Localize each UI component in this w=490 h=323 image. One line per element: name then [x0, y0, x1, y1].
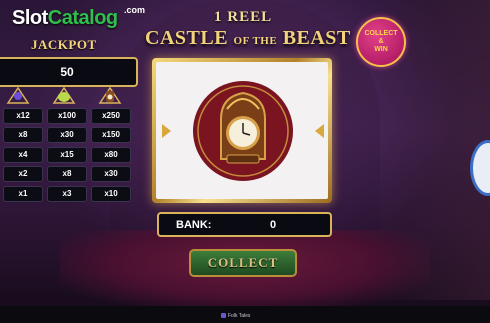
reel-marker-right	[315, 124, 324, 138]
clock-icon	[193, 81, 293, 181]
paytable-cell: x15	[47, 147, 87, 163]
badge-line-2: &	[378, 38, 384, 45]
teapot-icon	[52, 87, 76, 104]
game-title-reels: 1 REEL	[214, 9, 273, 25]
paytable-icons	[0, 87, 140, 107]
paytable-cell: x12	[3, 108, 43, 124]
game-stage: SlotCatalog .com JACKPOT 50 x12 x100 x25…	[0, 0, 490, 323]
footer-text: Folk Tales	[228, 313, 251, 319]
site-logo: SlotCatalog .com	[12, 5, 145, 30]
title-of-the: OF THE	[233, 35, 278, 47]
paytable-cell: x2	[3, 166, 43, 182]
bank-label: BANK:	[176, 219, 212, 231]
paytable-cell: x150	[91, 127, 131, 143]
badge-line-3: WIN	[374, 46, 388, 53]
paytable-cell: x8	[3, 127, 43, 143]
rose-icon	[6, 87, 30, 104]
logo-slot: Slot	[12, 7, 48, 29]
title-beast: BEAST	[282, 27, 351, 49]
jackpot-value: 50	[0, 57, 138, 87]
paytable-cell: x3	[47, 186, 87, 202]
paytable-cell: x1	[3, 186, 43, 202]
logo-catalog: Catalog	[47, 7, 118, 29]
jackpot-title: JACKPOT	[31, 37, 97, 52]
bank-value: 0	[270, 219, 277, 231]
paytable-cell: x250	[91, 108, 131, 124]
reel-marker-left	[162, 124, 171, 138]
game-title: CASTLE OF THE BEAST	[145, 27, 351, 50]
badge-line-1: COLLECT	[364, 30, 398, 37]
collect-button[interactable]: COLLECT	[189, 249, 297, 277]
paytable-cell: x30	[47, 127, 87, 143]
paytable-cell: x10	[91, 186, 131, 202]
paytable-cell: x4	[3, 147, 43, 163]
paytable-cell: x80	[91, 147, 131, 163]
title-castle: CASTLE	[145, 27, 229, 49]
paytable-cell: x30	[91, 166, 131, 182]
clock-icon	[98, 87, 122, 104]
paytable-cell: x8	[47, 166, 87, 182]
provider-icon	[221, 313, 226, 318]
collect-win-badge: COLLECT & WIN	[356, 17, 406, 67]
logo-com: .com	[124, 5, 146, 15]
paytable-cell: x100	[47, 108, 87, 124]
